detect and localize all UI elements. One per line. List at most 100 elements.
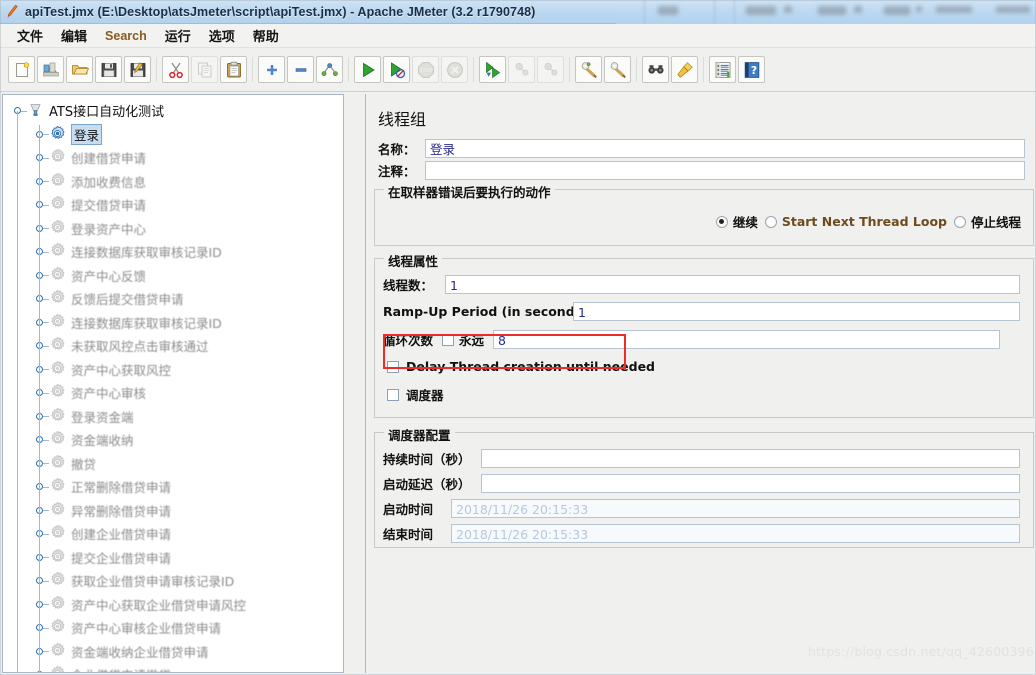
cut-icon[interactable] — [162, 56, 189, 83]
open-icon[interactable] — [66, 56, 93, 83]
shutdown-icon[interactable] — [441, 56, 468, 83]
name-input[interactable]: 登录 — [425, 139, 1025, 158]
tree-item-19[interactable]: 获取企业借贷申请审核记录ID — [3, 569, 343, 593]
tree-item-7[interactable]: 反馈后提交借贷申请 — [3, 287, 343, 311]
tree-item-13[interactable]: 资金端收纳 — [3, 428, 343, 452]
thread-properties-title: 线程属性 — [384, 251, 443, 270]
tree-item-5[interactable]: 连接数据库获取审核记录ID — [3, 240, 343, 264]
collapse-all-icon[interactable] — [287, 56, 314, 83]
expand-all-icon[interactable] — [258, 56, 285, 83]
thread-group-icon — [49, 266, 68, 285]
tree-item-3[interactable]: 提交借贷申请 — [3, 193, 343, 217]
tree-item-20[interactable]: 资产中心获取企业借贷申请风控 — [3, 593, 343, 617]
tree-inner: ATS接口自动化测试 登录创建借贷申请 添加收费信息提交借贷申请登录资产中心连接数据… — [3, 95, 343, 672]
new-icon[interactable] — [8, 56, 35, 83]
radio-stop-thread-dot[interactable] — [953, 215, 966, 228]
tree-item-16[interactable]: 异常删除借贷申请 — [3, 499, 343, 523]
tree-item-12[interactable]: 登录资金端 — [3, 405, 343, 429]
radio-continue-label: 继续 — [732, 215, 758, 230]
radio-start-next-thread-loop-dot[interactable] — [764, 215, 777, 228]
save-as-icon[interactable] — [124, 56, 151, 83]
loop-count-input[interactable]: 8 — [493, 330, 1001, 349]
tree-item-9[interactable]: 未获取风控点击审核通过 — [3, 334, 343, 358]
tree-item-label: 添加收费信息 — [71, 174, 147, 190]
rampup-input[interactable]: 1 — [573, 302, 1020, 321]
forever-checkbox[interactable] — [442, 333, 455, 346]
menu-search[interactable]: Search — [96, 27, 156, 45]
start-remote-all-icon[interactable] — [479, 56, 506, 83]
tree-item-label: 连接数据库获取审核记录ID — [71, 245, 222, 261]
delay-thread-creation-row[interactable]: Delay Thread creation until needed — [387, 359, 1025, 374]
tree-item-23[interactable]: 企业借贷申请撤贷 — [3, 663, 343, 672]
tree-item-21[interactable]: 资产中心审核企业借贷申请 — [3, 616, 343, 640]
radio-continue[interactable]: 继续 — [715, 212, 758, 231]
save-icon[interactable] — [95, 56, 122, 83]
tree-item-10[interactable]: 资产中心获取风控 — [3, 358, 343, 382]
end-time-input[interactable]: 2018/11/26 20:15:33 — [451, 524, 1020, 543]
start-no-pauses-icon[interactable] — [383, 56, 410, 83]
thread-group-icon — [49, 618, 68, 637]
radio-start-next-thread-loop[interactable]: Start Next Thread Loop — [764, 214, 947, 229]
tree-item-15[interactable]: 正常删除借贷申请 — [3, 475, 343, 499]
menu-file[interactable]: 文件 — [8, 24, 52, 47]
start-icon[interactable] — [354, 56, 381, 83]
help-icon[interactable]: ? — [738, 56, 765, 83]
copy-icon[interactable] — [191, 56, 218, 83]
radio-continue-dot[interactable] — [715, 215, 728, 228]
thread-group-icon — [49, 125, 68, 144]
thread-group-icon — [49, 172, 68, 191]
tree-item-1[interactable]: 创建借贷申请 — [3, 146, 343, 170]
menu-help[interactable]: 帮助 — [244, 24, 288, 47]
duration-input[interactable] — [481, 449, 1020, 468]
tree-item-0[interactable]: 登录 — [3, 123, 343, 147]
tree-item-label: 创建借贷申请 — [71, 151, 147, 167]
menu-options[interactable]: 选项 — [200, 24, 244, 47]
tree-item-11[interactable]: 资产中心审核 — [3, 381, 343, 405]
paste-icon[interactable] — [220, 56, 247, 83]
toggle-icon[interactable] — [316, 56, 343, 83]
test-plan-tree[interactable]: ATS接口自动化测试 登录创建借贷申请 添加收费信息提交借贷申请登录资产中心连接数据… — [2, 94, 344, 673]
startup-delay-input[interactable] — [481, 474, 1020, 493]
tree-item-18[interactable]: 提交企业借贷申请 — [3, 546, 343, 570]
end-time-label: 结束时间 — [383, 527, 434, 542]
reset-search-icon[interactable] — [671, 56, 698, 83]
stop-icon[interactable]: STOP — [412, 56, 439, 83]
thread-group-icon — [49, 477, 68, 496]
scheduler-row[interactable]: 调度器 — [387, 385, 1025, 404]
svg-text:STOP: STOP — [419, 68, 432, 74]
radio-stop-thread[interactable]: 停止线程 — [953, 212, 1021, 231]
menu-edit[interactable]: 编辑 — [52, 24, 96, 47]
tree-item-22[interactable]: 资金端收纳企业借贷申请 — [3, 640, 343, 664]
thread-count-input[interactable]: 1 — [445, 275, 1020, 294]
jmeter-window: apiTest.jmx (E:\Desktop\atsJmeter\script… — [0, 0, 1036, 675]
duration-label: 持续时间（秒） — [383, 452, 471, 467]
function-helper-icon[interactable] — [709, 56, 736, 83]
toolbar-separator — [152, 56, 161, 83]
delay-thread-creation-checkbox[interactable] — [387, 360, 399, 373]
tree-item-14[interactable]: 撤贷 — [3, 452, 343, 476]
tree-item-label: 资产中心审核 — [71, 386, 147, 402]
tree-root[interactable]: ATS接口自动化测试 — [3, 99, 343, 123]
name-label: 名称： — [378, 142, 416, 157]
tree-item-6[interactable]: 资产中心反馈 — [3, 264, 343, 288]
scheduler-checkbox[interactable] — [387, 388, 399, 401]
comment-input[interactable] — [425, 161, 1025, 180]
clear-icon[interactable] — [575, 56, 602, 83]
thread-group-panel: 线程组 名称： 登录 注释： 在取样器错误后要执行的动作 继续 Start Ne… — [365, 94, 1036, 673]
tree-item-8[interactable]: 连接数据库获取审核记录ID — [3, 311, 343, 335]
clear-all-icon[interactable] — [604, 56, 631, 83]
shutdown-remote-all-icon[interactable] — [537, 56, 564, 83]
radio-stop-thread-label: 停止线程 — [970, 215, 1021, 230]
start-time-input[interactable]: 2018/11/26 20:15:33 — [451, 499, 1020, 518]
menu-run[interactable]: 运行 — [156, 24, 200, 47]
search-icon[interactable] — [642, 56, 669, 83]
stop-remote-all-icon[interactable] — [508, 56, 535, 83]
tree-item-17[interactable]: 创建企业借贷申请 — [3, 522, 343, 546]
split-divider[interactable] — [346, 92, 705, 675]
tree-item-label: 获取企业借贷申请审核记录ID — [71, 574, 235, 590]
tree-item-label: 登录资产中心 — [71, 221, 147, 237]
templates-icon[interactable] — [37, 56, 64, 83]
tree-item-2[interactable]: 添加收费信息 — [3, 170, 343, 194]
tree-item-4[interactable]: 登录资产中心 — [3, 217, 343, 241]
comment-row: 注释： — [366, 161, 1036, 180]
